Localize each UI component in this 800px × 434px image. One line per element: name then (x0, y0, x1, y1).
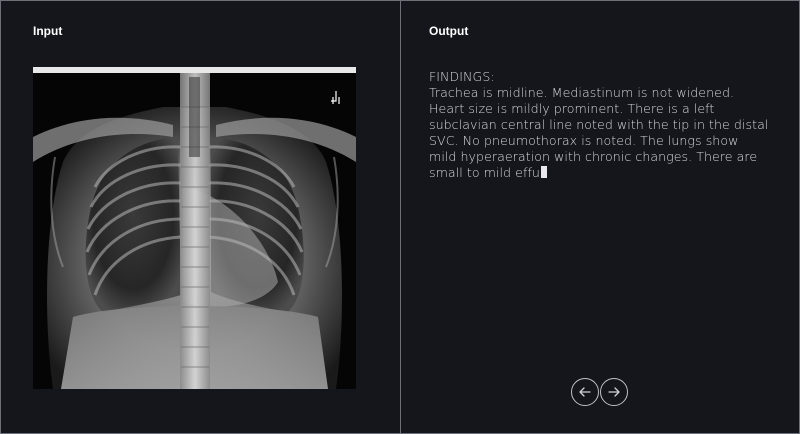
app-frame: Input Output FINDINGS: Trachea is midlin… (0, 0, 800, 434)
report-line: Trachea is midline. Mediastinum is not w… (429, 85, 735, 100)
chest-xray-image (33, 67, 356, 389)
report-line: SVC. No pneumothorax is noted. The lungs… (429, 133, 739, 148)
report-line: small to mild effu (429, 165, 540, 180)
report-last-line: small to mild effu (429, 165, 777, 181)
report-line: Heart size is mildly prominent. There is… (429, 101, 715, 116)
report-line: subclavian central line noted with the t… (429, 117, 769, 132)
report-line: mild hyperaeration with chronic changes.… (429, 149, 758, 164)
input-panel-title: Input (33, 24, 63, 38)
report-text: FINDINGS: Trachea is midline. Mediastinu… (429, 69, 777, 181)
arrow-right-icon (608, 387, 620, 397)
typing-cursor (540, 166, 547, 178)
output-panel-title: Output (429, 24, 469, 38)
previous-button[interactable] (571, 378, 599, 406)
arrow-left-icon (579, 387, 591, 397)
input-panel: Input (1, 1, 400, 433)
report-line: FINDINGS: (429, 69, 495, 84)
output-panel: Output FINDINGS: Trachea is midline. Med… (401, 1, 799, 433)
next-button[interactable] (600, 378, 628, 406)
